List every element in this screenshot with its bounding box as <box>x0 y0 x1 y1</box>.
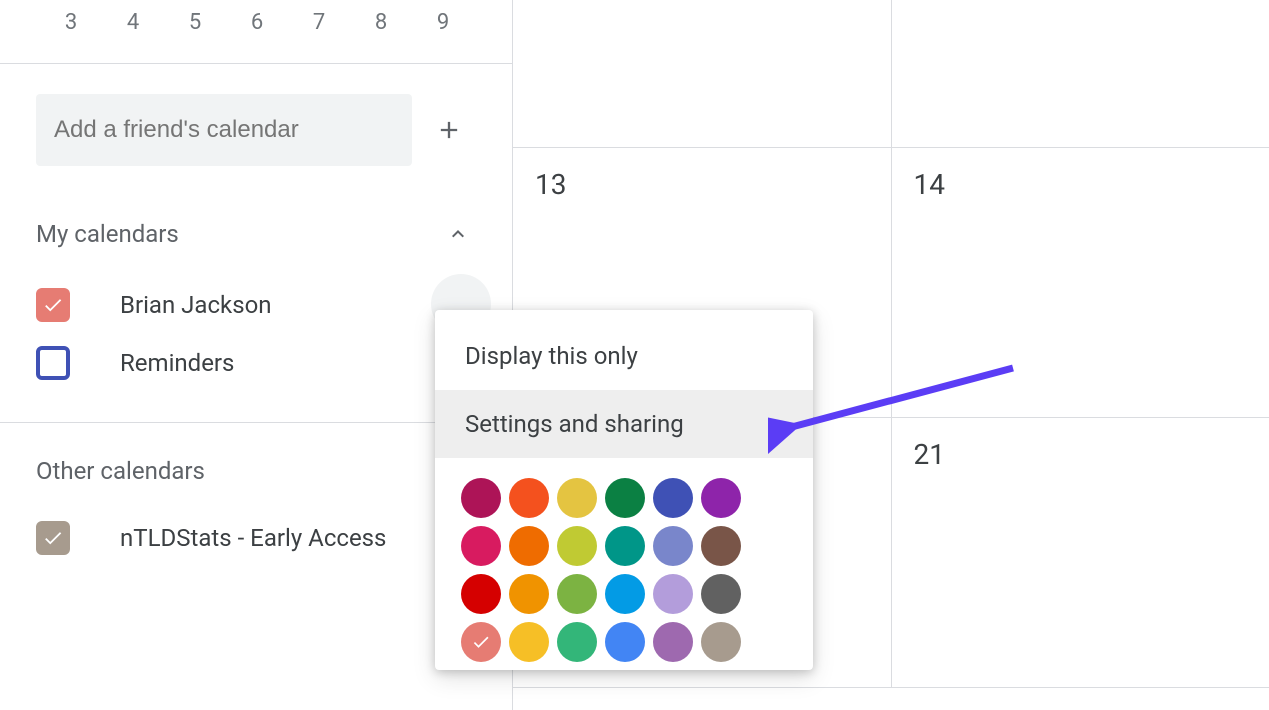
mini-day[interactable]: 6 <box>246 10 268 35</box>
mini-day[interactable]: 3 <box>60 10 82 35</box>
color-swatch[interactable] <box>461 478 501 518</box>
color-swatch[interactable] <box>701 622 741 662</box>
color-swatch[interactable] <box>605 574 645 614</box>
calendar-item-brian-jackson[interactable]: Brian Jackson <box>36 276 476 334</box>
color-swatch[interactable] <box>509 526 549 566</box>
calendar-checkbox[interactable] <box>36 288 70 322</box>
day-cell[interactable] <box>892 0 1269 147</box>
color-swatch[interactable] <box>605 622 645 662</box>
mini-day[interactable]: 9 <box>432 10 454 35</box>
calendar-label: Brian Jackson <box>120 291 272 319</box>
color-picker-grid <box>435 458 813 670</box>
color-swatch[interactable] <box>701 478 741 518</box>
color-swatch[interactable] <box>557 478 597 518</box>
collapse-my-calendars[interactable] <box>440 216 476 252</box>
color-swatch[interactable] <box>701 574 741 614</box>
color-swatch[interactable] <box>509 478 549 518</box>
check-icon <box>42 294 64 316</box>
calendar-options-menu: Display this only Settings and sharing <box>435 310 813 670</box>
menu-settings-sharing[interactable]: Settings and sharing <box>435 390 813 458</box>
menu-display-only[interactable]: Display this only <box>435 322 813 390</box>
mini-calendar-week: 3 4 5 6 7 8 9 <box>0 0 512 63</box>
color-swatch[interactable] <box>605 526 645 566</box>
color-swatch[interactable] <box>509 574 549 614</box>
color-swatch[interactable] <box>653 622 693 662</box>
calendar-item-ntldstats[interactable]: nTLDStats - Early Access <box>36 509 476 567</box>
mini-day[interactable]: 5 <box>184 10 206 35</box>
calendar-checkbox[interactable] <box>36 521 70 555</box>
color-swatch[interactable] <box>461 526 501 566</box>
chevron-up-icon <box>446 222 470 246</box>
check-icon <box>42 527 64 549</box>
mini-day[interactable]: 8 <box>370 10 392 35</box>
color-swatch[interactable] <box>509 622 549 662</box>
my-calendars-header[interactable]: My calendars <box>36 220 179 248</box>
calendar-checkbox[interactable] <box>36 346 70 380</box>
color-swatch[interactable] <box>653 574 693 614</box>
other-calendars-header[interactable]: Other calendars <box>36 457 205 485</box>
color-swatch[interactable] <box>557 526 597 566</box>
day-cell[interactable]: 14 <box>892 148 1269 417</box>
calendar-label: nTLDStats - Early Access <box>120 524 386 552</box>
day-cell[interactable] <box>513 0 892 147</box>
add-friend-input[interactable] <box>36 94 412 166</box>
color-swatch[interactable] <box>653 478 693 518</box>
mini-day[interactable]: 4 <box>122 10 144 35</box>
day-cell[interactable]: 21 <box>892 418 1269 687</box>
color-swatch[interactable] <box>557 622 597 662</box>
calendar-item-reminders[interactable]: Reminders <box>36 334 476 392</box>
mini-day[interactable]: 7 <box>308 10 330 35</box>
calendar-label: Reminders <box>120 349 234 377</box>
color-swatch[interactable] <box>701 526 741 566</box>
color-swatch[interactable] <box>557 574 597 614</box>
color-swatch[interactable] <box>653 526 693 566</box>
check-icon <box>471 632 491 652</box>
color-swatch[interactable] <box>605 478 645 518</box>
color-swatch[interactable] <box>461 574 501 614</box>
plus-icon <box>435 116 463 144</box>
color-swatch[interactable] <box>461 622 501 662</box>
add-calendar-button[interactable] <box>422 103 476 157</box>
